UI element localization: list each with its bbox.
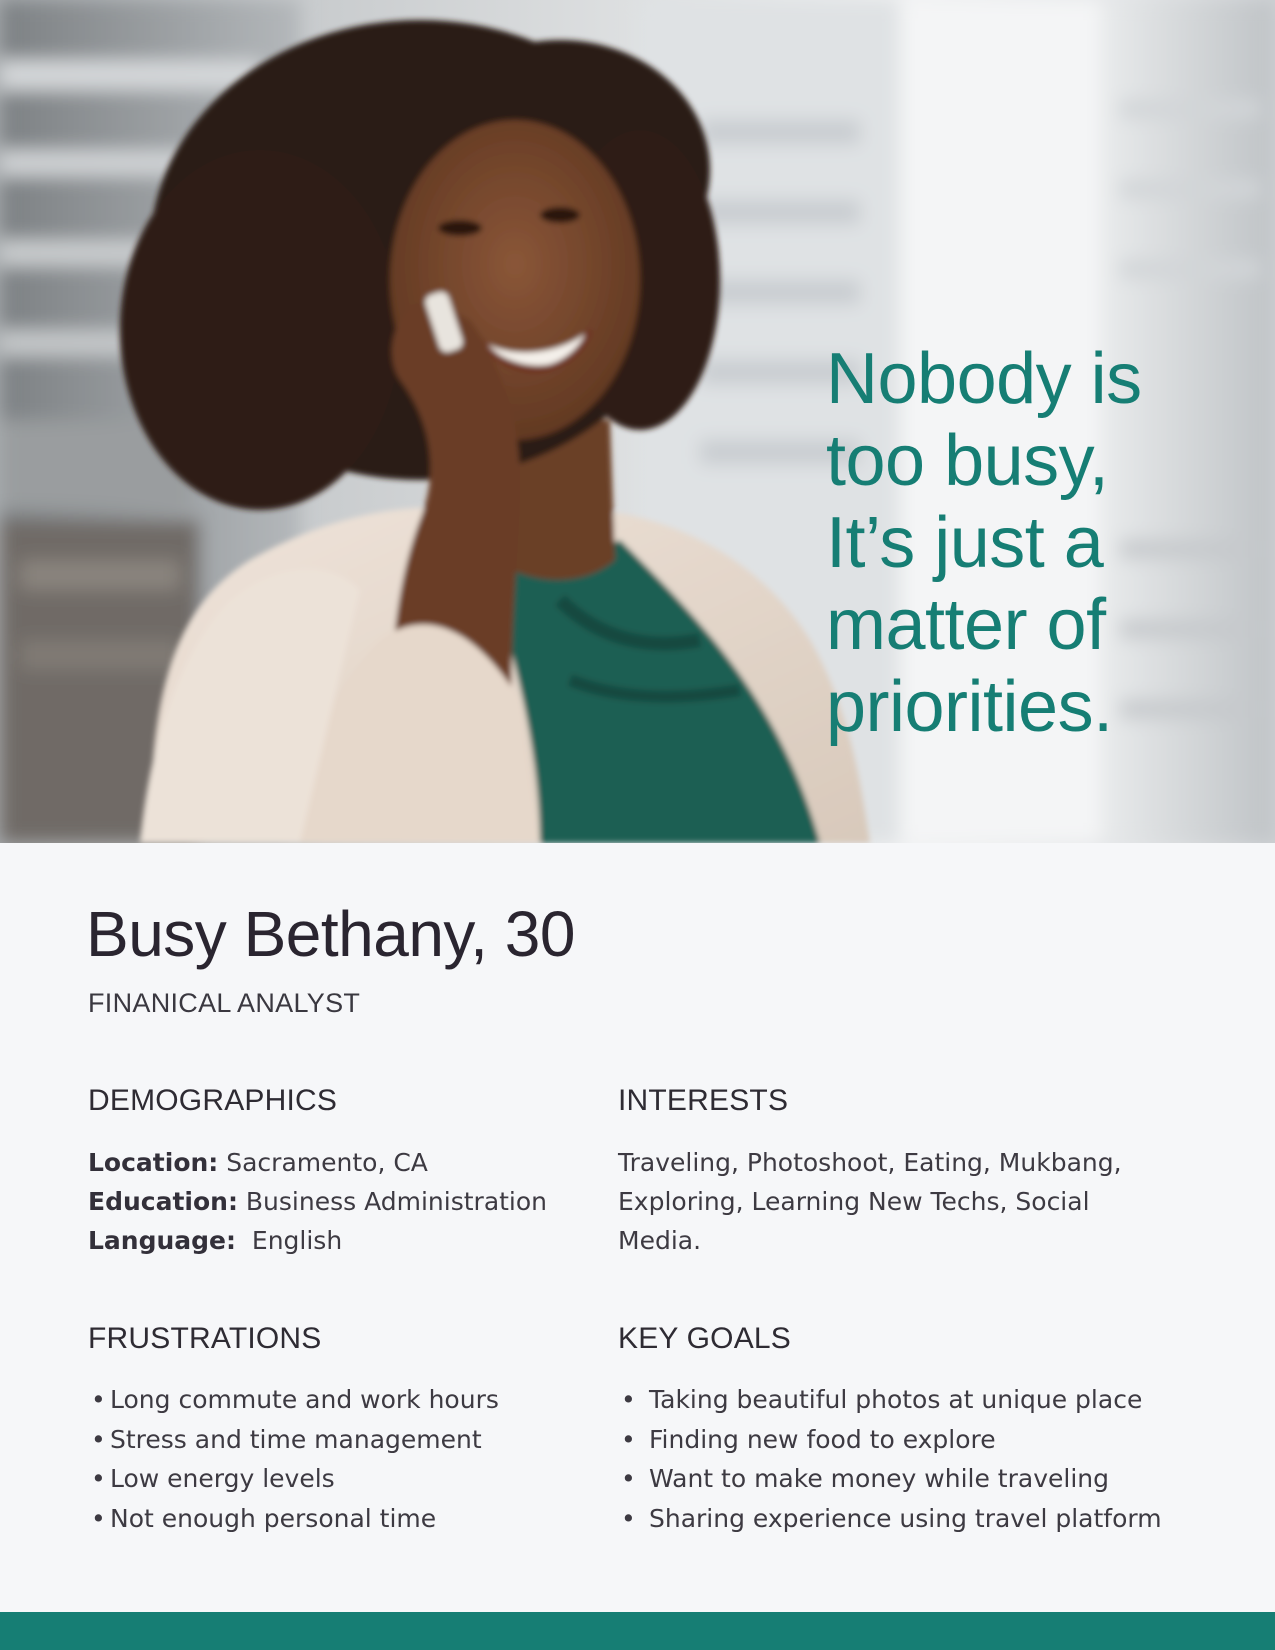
persona-name: Busy Bethany, 30	[86, 898, 575, 970]
goal-text: Finding new food to explore	[649, 1424, 996, 1454]
bullet-icon: •	[621, 1385, 636, 1414]
key-goals-heading: KEY GOALS	[618, 1322, 791, 1355]
quote-line: priorities.	[826, 667, 1113, 747]
bullet-icon: •	[621, 1424, 636, 1454]
bullet-icon: •	[91, 1424, 106, 1454]
goal-text: Sharing experience using travel platform	[649, 1503, 1162, 1533]
bullet-icon: •	[91, 1464, 106, 1493]
bullet-icon: •	[621, 1464, 636, 1493]
demographics-row-language: Language: English	[88, 1221, 547, 1260]
quote-line: It’s just a	[826, 503, 1104, 583]
education-label: Education:	[88, 1187, 238, 1216]
goal-text: Want to make money while traveling	[649, 1464, 1109, 1493]
list-item: • Sharing experience using travel platfor…	[618, 1499, 1162, 1539]
demographics-row-location: Location: Sacramento, CA	[88, 1143, 547, 1182]
frustration-text: Not enough personal time	[110, 1503, 437, 1533]
bullet-icon: •	[91, 1503, 106, 1533]
quote-line: Nobody is	[826, 339, 1142, 419]
goal-text: Taking beautiful photos at unique place	[649, 1385, 1143, 1414]
frustration-text: Long commute and work hours	[110, 1385, 499, 1414]
list-item: • Not enough personal time	[88, 1499, 499, 1539]
location-label: Location:	[88, 1148, 219, 1177]
list-item: • Want to make money while traveling	[618, 1459, 1162, 1499]
list-item: • Finding new food to explore	[618, 1420, 1162, 1460]
location-value: Sacramento, CA	[218, 1148, 428, 1177]
frustration-text: Stress and time management	[110, 1424, 482, 1454]
demographics-heading: DEMOGRAPHICS	[88, 1084, 338, 1117]
frustrations-list: • Long commute and work hours • Stress and…	[88, 1380, 499, 1538]
hero-photo: Nobody is too busy, It’s just a matter o…	[0, 0, 1275, 843]
list-item: • Taking beautiful photos at unique place	[618, 1380, 1162, 1420]
interests-text: Traveling, Photoshoot, Eating, Mukbang, …	[618, 1148, 1122, 1255]
education-value: Business Administration	[237, 1187, 548, 1216]
hero-quote: Nobody is too busy, It’s just a matter o…	[826, 338, 1256, 748]
list-item: • Stress and time management	[88, 1420, 499, 1460]
bullet-icon: •	[91, 1385, 106, 1414]
key-goals-list: • Taking beautiful photos at unique place…	[618, 1380, 1162, 1538]
language-label: Language:	[88, 1226, 237, 1255]
list-item: • Long commute and work hours	[88, 1380, 499, 1420]
language-value: English	[236, 1226, 343, 1255]
bullet-icon: •	[621, 1503, 636, 1533]
quote-line: too busy,	[826, 421, 1109, 501]
persona-role: FINANICAL ANALYST	[88, 988, 361, 1018]
quote-line: matter of	[826, 585, 1106, 665]
frustrations-heading: FRUSTRATIONS	[88, 1322, 322, 1355]
demographics-block: Location: Sacramento, CA Education: Busi…	[88, 1143, 547, 1260]
frustration-text: Low energy levels	[110, 1464, 335, 1493]
demographics-row-education: Education: Business Administration	[88, 1182, 547, 1221]
interests-heading: INTERESTS	[618, 1084, 789, 1117]
list-item: • Low energy levels	[88, 1459, 499, 1499]
footer-accent-bar	[0, 1612, 1275, 1650]
